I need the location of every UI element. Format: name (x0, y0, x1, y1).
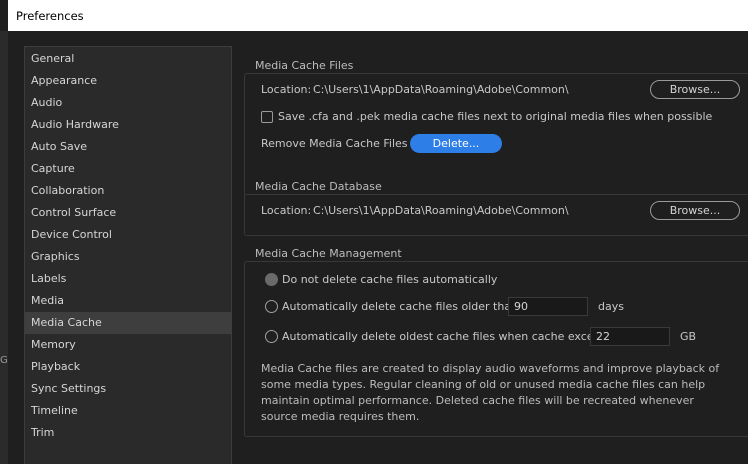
sidebar-item-capture[interactable]: Capture (25, 158, 232, 180)
sidebar-item-audio[interactable]: Audio (25, 92, 232, 114)
description-line: maintain optimal performance. Deleted ca… (261, 394, 694, 407)
sidebar-item-playback[interactable]: Playback (25, 356, 232, 378)
delete-exceeds-label: Automatically delete oldest cache files … (282, 330, 617, 343)
sidebar-item-control-surface[interactable]: Control Surface (25, 202, 232, 224)
sidebar-item-sync-settings[interactable]: Sync Settings (25, 378, 232, 400)
files-location-label: Location: (261, 83, 312, 96)
cache-management-description: Media Cache files are created to display… (261, 361, 720, 425)
remove-cache-files-label: Remove Media Cache Files (261, 137, 408, 150)
delete-exceeds-radio[interactable] (265, 330, 278, 343)
description-line: Media Cache files are created to display… (261, 362, 720, 375)
older-unit-label: days (598, 300, 624, 313)
delete-older-label: Automatically delete cache files older t… (282, 300, 522, 313)
no-delete-radio[interactable] (265, 273, 278, 286)
files-location-value: C:\Users\1\AppData\Roaming\Adobe\Common\ (313, 83, 569, 96)
no-delete-label: Do not delete cache files automatically (282, 273, 498, 286)
database-location-value: C:\Users\1\AppData\Roaming\Adobe\Common\ (313, 204, 569, 217)
preferences-sidebar: General Appearance Audio Audio Hardware … (24, 46, 232, 464)
database-browse-button[interactable]: Browse... (650, 201, 740, 220)
files-browse-button[interactable]: Browse... (650, 80, 740, 99)
sidebar-item-media-cache[interactable]: Media Cache (25, 312, 232, 334)
sidebar-item-audio-hardware[interactable]: Audio Hardware (25, 114, 232, 136)
sidebar-item-media[interactable]: Media (25, 290, 232, 312)
delete-cache-button[interactable]: Delete... (410, 134, 502, 153)
delete-older-radio[interactable] (265, 300, 278, 313)
sidebar-item-memory[interactable]: Memory (25, 334, 232, 356)
sidebar-item-timeline[interactable]: Timeline (25, 400, 232, 422)
description-line: source media requires them. (261, 410, 420, 423)
older-than-days-input[interactable] (508, 297, 588, 316)
background-window-strip: G (0, 31, 8, 464)
exceeds-unit-label: GB (680, 330, 697, 343)
sidebar-item-collaboration[interactable]: Collaboration (25, 180, 232, 202)
sidebar-item-general[interactable]: General (25, 48, 232, 70)
media-cache-database-title: Media Cache Database (252, 180, 385, 193)
sidebar-item-device-control[interactable]: Device Control (25, 224, 232, 246)
sidebar-item-auto-save[interactable]: Auto Save (25, 136, 232, 158)
description-line: some media types. Regular cleaning of ol… (261, 378, 706, 391)
sidebar-item-labels[interactable]: Labels (25, 268, 232, 290)
window-title: Preferences (16, 9, 84, 23)
sidebar-item-appearance[interactable]: Appearance (25, 70, 232, 92)
title-bar: Preferences (8, 0, 748, 31)
save-cache-next-to-media-label: Save .cfa and .pek media cache files nex… (278, 110, 713, 123)
save-cache-next-to-media-checkbox[interactable] (261, 111, 273, 123)
background-window-glyph: G (0, 355, 8, 366)
media-cache-files-title: Media Cache Files (252, 59, 357, 72)
media-cache-management-title: Media Cache Management (252, 247, 405, 260)
sidebar-item-trim[interactable]: Trim (25, 422, 232, 444)
preferences-dialog: General Appearance Audio Audio Hardware … (8, 31, 748, 464)
sidebar-item-graphics[interactable]: Graphics (25, 246, 232, 268)
cache-size-gb-input[interactable] (590, 327, 670, 346)
database-location-label: Location: (261, 204, 312, 217)
